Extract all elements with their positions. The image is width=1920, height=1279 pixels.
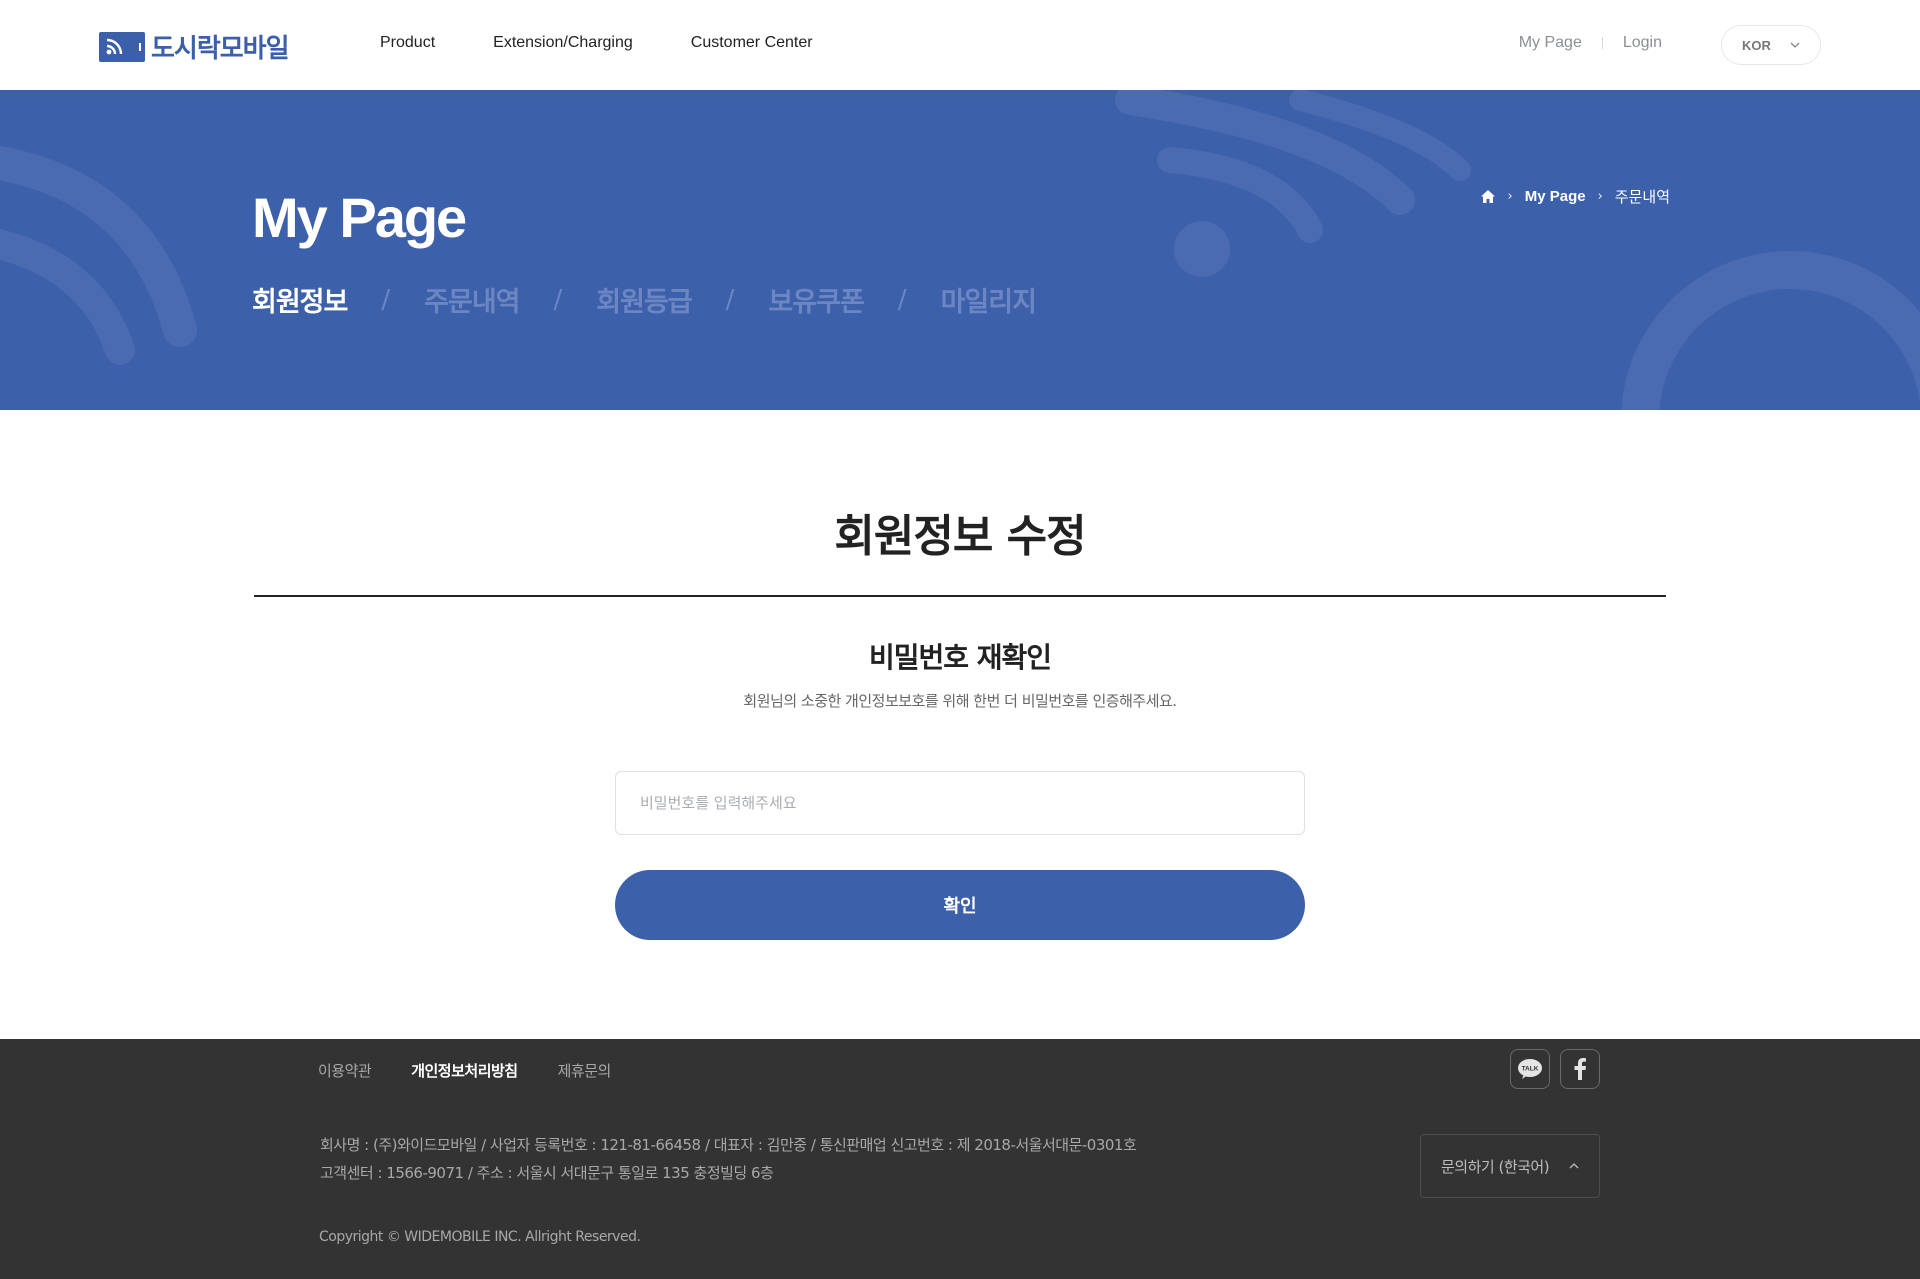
nav-customer-center[interactable]: Customer Center bbox=[691, 34, 813, 52]
breadcrumb-mypage[interactable]: My Page bbox=[1525, 188, 1586, 205]
language-select[interactable]: KOR bbox=[1721, 25, 1821, 65]
facebook-button[interactable] bbox=[1560, 1049, 1600, 1089]
page-banner: My Page › My Page › 주문내역 회원정보 / 주문내역 / 회… bbox=[0, 90, 1920, 410]
tab-separator: / bbox=[725, 284, 735, 315]
breadcrumb: › My Page › 주문내역 bbox=[1480, 186, 1670, 207]
tab-mileage[interactable]: 마일리지 bbox=[941, 280, 1037, 319]
main-nav: Product Extension/Charging Customer Cent… bbox=[380, 34, 813, 52]
logo[interactable]: 도시락모바일 bbox=[99, 28, 290, 65]
company-info-line: 고객센터 : 1566-9071 / 주소 : 서울시 서대문구 통일로 135… bbox=[320, 1164, 774, 1182]
password-input[interactable] bbox=[615, 771, 1305, 835]
nav-extension-charging[interactable]: Extension/Charging bbox=[493, 34, 633, 52]
tab-member-grade[interactable]: 회원등급 bbox=[596, 280, 692, 319]
inquiry-label: 문의하기 (한국어) bbox=[1441, 1157, 1550, 1176]
kakaotalk-icon: TALK bbox=[1518, 1059, 1542, 1079]
page-title: My Page bbox=[252, 186, 467, 249]
nav-product[interactable]: Product bbox=[380, 34, 435, 52]
chevron-right-icon: › bbox=[1507, 189, 1513, 204]
copyright: Copyright © WIDEMOBILE INC. Allright Res… bbox=[319, 1229, 641, 1245]
confirm-button[interactable]: 확인 bbox=[615, 870, 1305, 940]
company-info-line: 회사명 : (주)와이드모바일 / 사업자 등록번호 : 121-81-6645… bbox=[320, 1136, 1137, 1154]
inquiry-dropdown[interactable]: 문의하기 (한국어) bbox=[1420, 1134, 1600, 1198]
tab-separator: / bbox=[381, 284, 391, 315]
chevron-down-icon bbox=[1790, 42, 1800, 48]
tab-separator: / bbox=[897, 284, 907, 315]
section-title: 회원정보 수정 bbox=[834, 511, 1086, 562]
partnership-link[interactable]: 제휴문의 bbox=[558, 1060, 612, 1081]
util-divider bbox=[1601, 37, 1603, 49]
breadcrumb-current[interactable]: 주문내역 bbox=[1615, 186, 1670, 207]
banner-decoration-icon bbox=[0, 90, 1920, 410]
tab-member-info[interactable]: 회원정보 bbox=[252, 280, 348, 319]
utility-nav: My Page Login bbox=[1519, 34, 1662, 52]
site-footer: 이용약관 개인정보처리방침 제휴문의 TALK 회사명 : (주)와이드모바일 … bbox=[0, 1039, 1920, 1279]
tab-order-history[interactable]: 주문내역 bbox=[424, 280, 520, 319]
privacy-policy-link[interactable]: 개인정보처리방침 bbox=[411, 1060, 518, 1081]
kakaotalk-button[interactable]: TALK bbox=[1510, 1049, 1550, 1089]
footer-links: 이용약관 개인정보처리방침 제휴문의 bbox=[318, 1060, 611, 1081]
facebook-icon bbox=[1574, 1058, 1586, 1080]
rss-icon bbox=[106, 38, 123, 54]
title-divider bbox=[254, 595, 1666, 597]
company-info: 회사명 : (주)와이드모바일 / 사업자 등록번호 : 121-81-6645… bbox=[320, 1131, 1137, 1187]
home-icon[interactable] bbox=[1480, 189, 1496, 204]
logo-mark-icon bbox=[99, 31, 145, 62]
language-value: KOR bbox=[1742, 37, 1771, 53]
chevron-right-icon: › bbox=[1597, 189, 1603, 204]
tab-separator: / bbox=[553, 284, 563, 315]
kakaotalk-badge-text: TALK bbox=[1522, 1066, 1539, 1073]
mypage-link[interactable]: My Page bbox=[1519, 34, 1582, 52]
password-recheck-title: 비밀번호 재확인 bbox=[868, 641, 1052, 674]
terms-link[interactable]: 이용약관 bbox=[318, 1060, 372, 1081]
chevron-up-icon bbox=[1569, 1163, 1579, 1169]
tab-coupons[interactable]: 보유쿠폰 bbox=[768, 280, 864, 319]
password-recheck-description: 회원님의 소중한 개인정보보호를 위해 한번 더 비밀번호를 인증해주세요. bbox=[743, 692, 1177, 710]
mypage-tabs: 회원정보 / 주문내역 / 회원등급 / 보유쿠폰 / 마일리지 bbox=[252, 280, 1037, 319]
site-header: 도시락모바일 Product Extension/Charging Custom… bbox=[0, 0, 1920, 90]
logo-text: 도시락모바일 bbox=[151, 34, 290, 64]
login-link[interactable]: Login bbox=[1623, 34, 1662, 52]
